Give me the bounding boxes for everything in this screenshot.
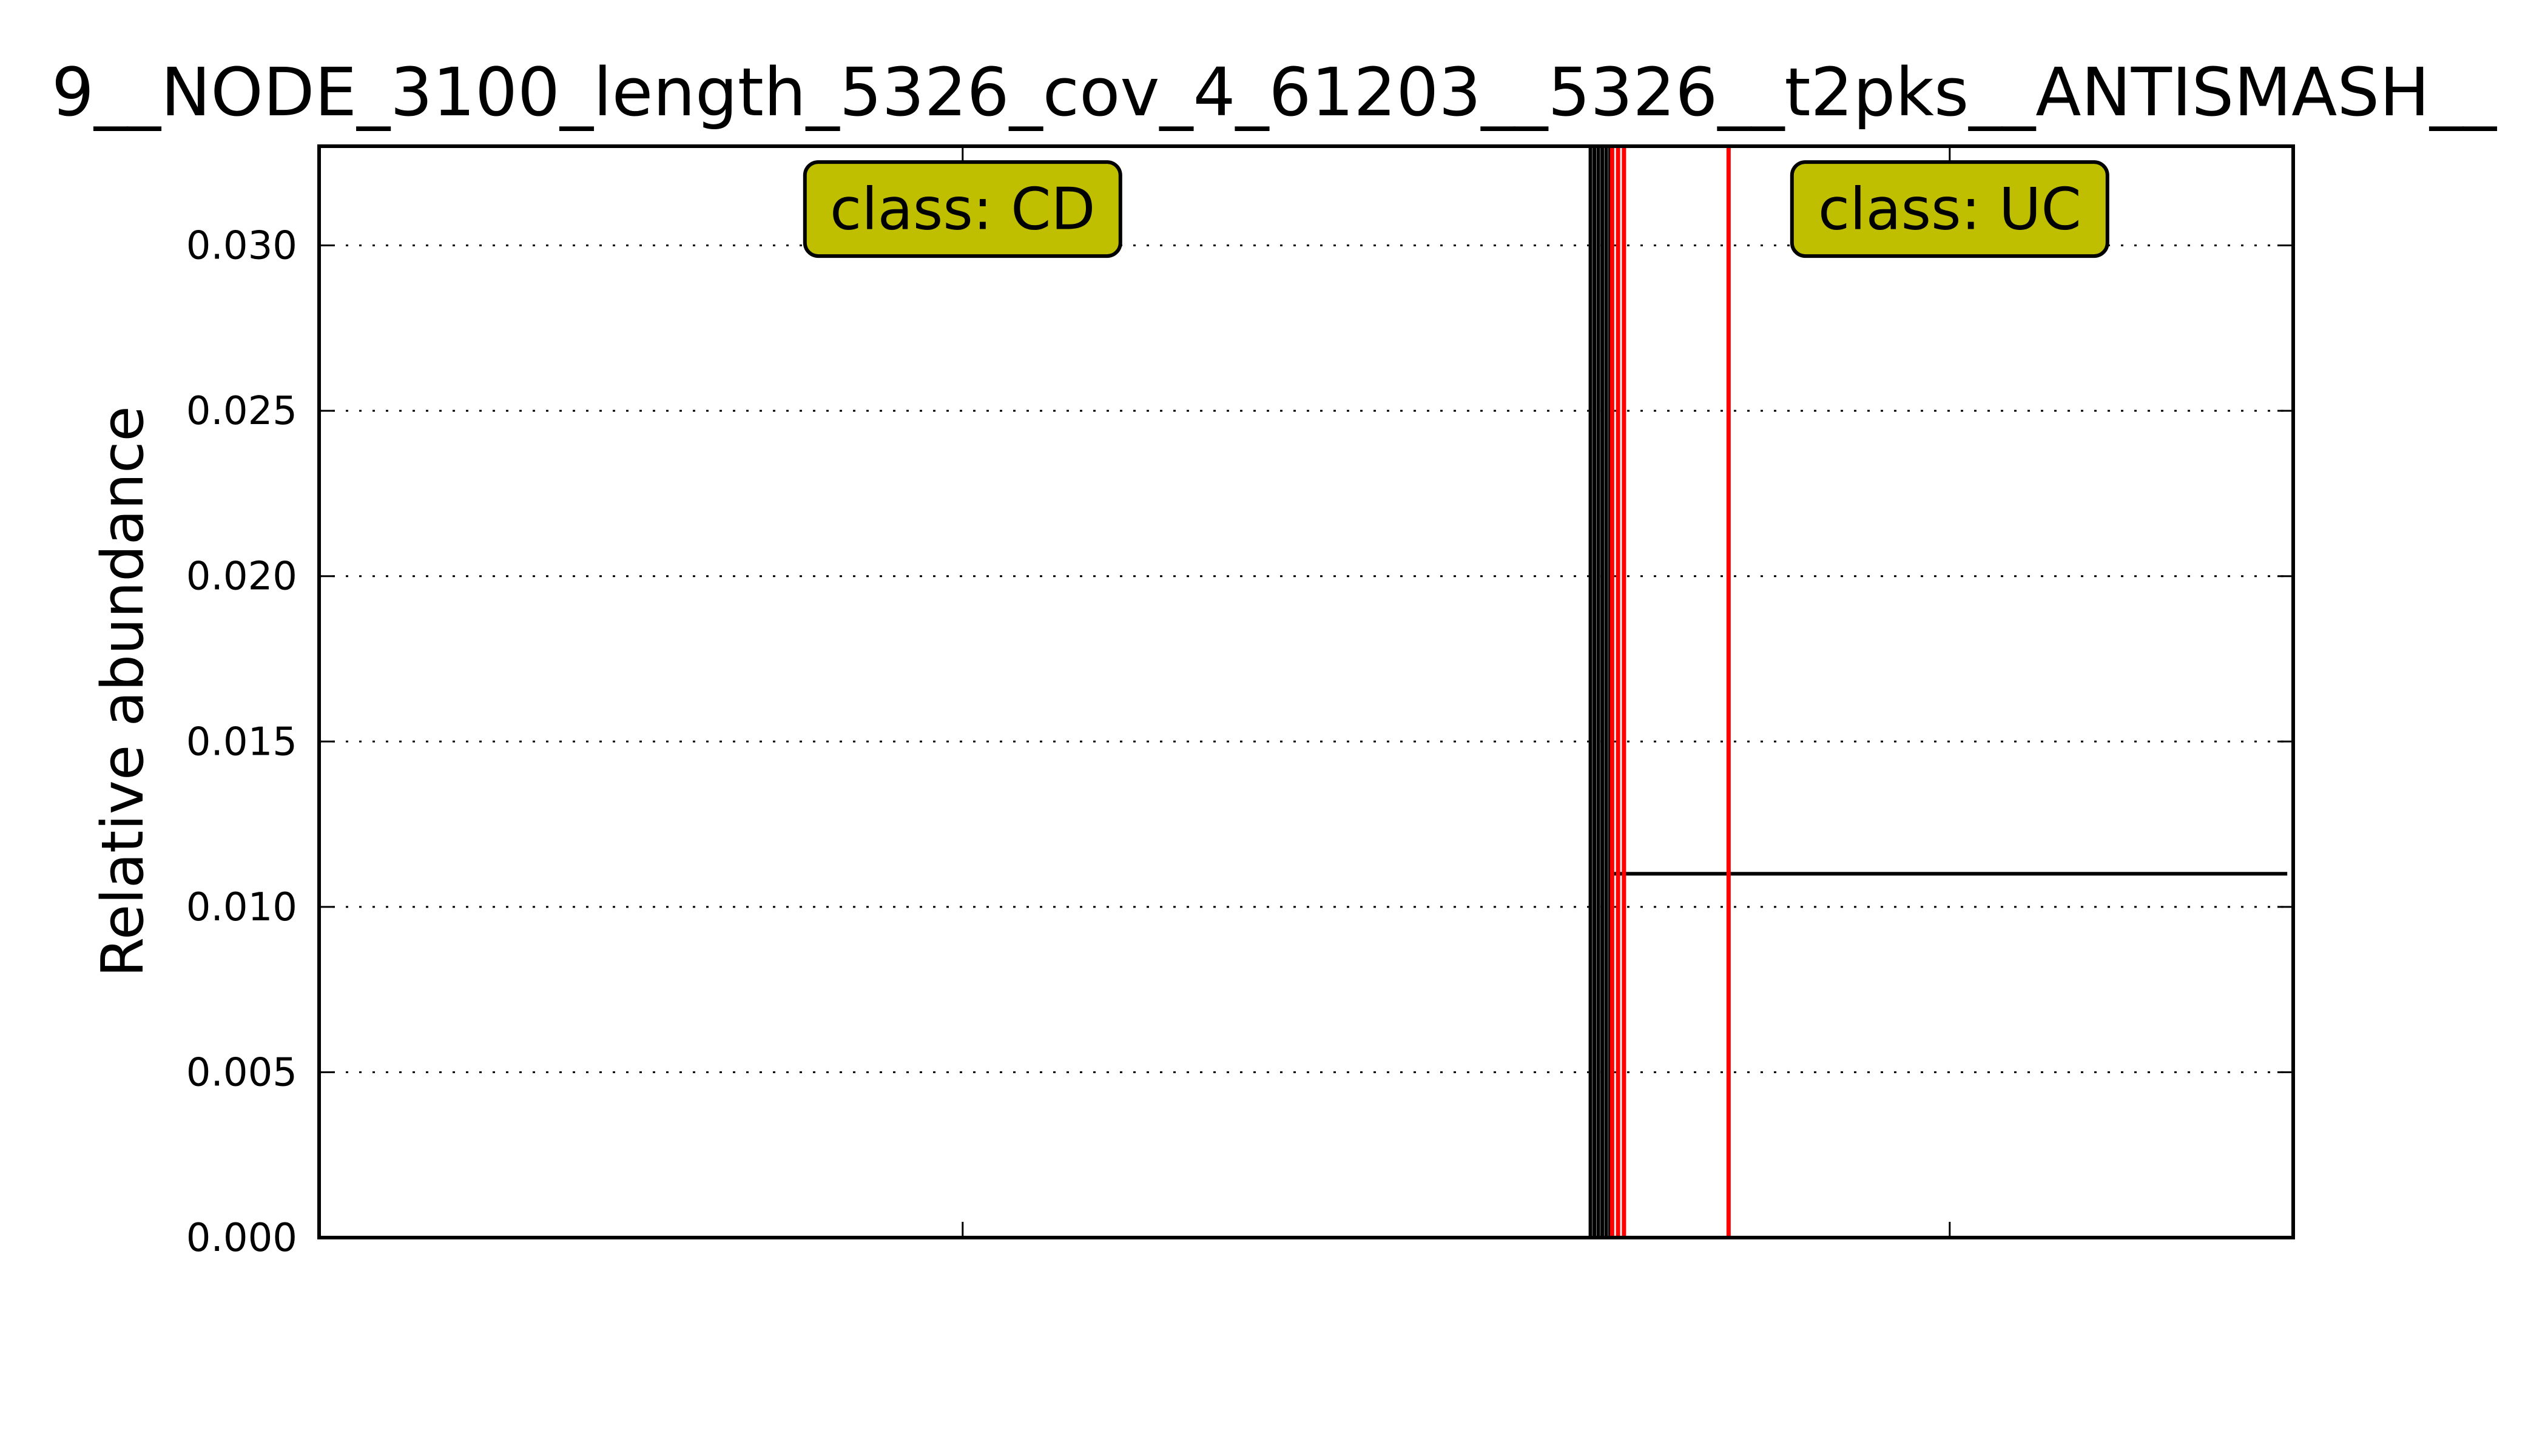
grid-lines <box>319 244 2293 1073</box>
y-tick-label: 0.015 <box>186 720 297 764</box>
chart-title: 9__NODE_3100_length_5326_cov_4_61203__53… <box>52 53 2498 131</box>
y-tick-label: 0.025 <box>186 389 297 434</box>
y-tick-label: 0.005 <box>186 1050 297 1095</box>
plot-frame <box>317 144 2295 1239</box>
series-line <box>1588 144 2288 1239</box>
class-annotation: class: CD <box>803 160 1122 258</box>
class-annotations: class: CD class: UC <box>803 160 2109 258</box>
marker-lines <box>1609 146 1731 1238</box>
annotation-label: class: CD <box>830 177 1096 243</box>
chart: 9__NODE_3100_length_5326_cov_4_61203__53… <box>52 53 2498 1261</box>
class-annotation: class: UC <box>1790 160 2109 258</box>
y-tick-label: 0.000 <box>186 1216 297 1261</box>
axis-ticks: 0.000 0.005 0.010 0.015 0.020 0.025 0.030 <box>186 146 2293 1261</box>
y-tick-label: 0.020 <box>186 554 297 599</box>
annotation-label: class: UC <box>1818 177 2081 243</box>
y-tick-label: 0.010 <box>186 885 297 930</box>
y-tick-label: 0.030 <box>186 224 297 269</box>
y-axis-label: Relative abundance <box>90 406 157 977</box>
data-series <box>1588 144 2288 1239</box>
